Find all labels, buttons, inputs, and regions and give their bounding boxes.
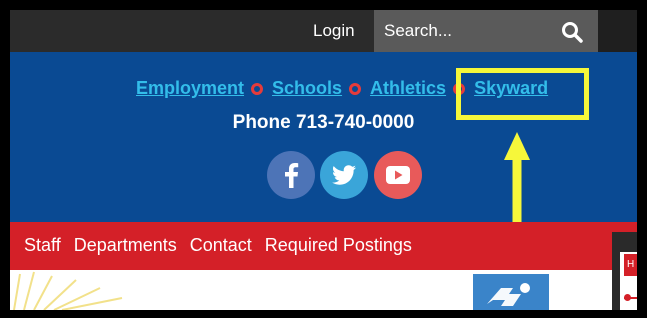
schools-link[interactable]: Schools <box>272 78 342 98</box>
search-box[interactable] <box>374 10 598 52</box>
nav-item-staff[interactable]: Staff <box>24 235 61 255</box>
search-input[interactable] <box>384 10 554 52</box>
athletics-link[interactable]: Athletics <box>370 78 446 98</box>
youtube-icon <box>386 166 410 184</box>
nav-item-required-postings[interactable]: Required Postings <box>265 235 412 255</box>
search-icon[interactable] <box>560 20 584 44</box>
employment-link[interactable]: Employment <box>136 78 244 98</box>
youtube-button[interactable] <box>374 151 422 199</box>
twitter-icon <box>332 165 356 185</box>
side-panel-tab[interactable]: H <box>624 254 637 276</box>
nav-item-contact[interactable]: Contact <box>190 235 252 255</box>
highlight-box <box>456 68 589 120</box>
twitter-button[interactable] <box>320 151 368 199</box>
screenshot-frame: Login EmploymentSchoolsAthleticsSkyward … <box>0 0 647 318</box>
arrow-up-icon <box>504 132 530 222</box>
sunburst-decoration <box>13 271 123 310</box>
nav-item-departments[interactable]: Departments <box>74 235 177 255</box>
separator-dot-icon <box>349 82 362 95</box>
facebook-button[interactable] <box>267 151 315 199</box>
login-link[interactable]: Login <box>313 21 355 41</box>
topbar-end <box>598 10 637 52</box>
main-navigation: Staff Departments Contact Required Postings <box>10 222 637 270</box>
top-utility-bar: Login <box>10 10 637 52</box>
facebook-icon <box>285 163 299 188</box>
website-viewport: Login EmploymentSchoolsAthleticsSkyward … <box>10 10 637 310</box>
tool-logo-icon <box>487 283 530 306</box>
bullet-dot-icon <box>624 294 631 301</box>
app-tile[interactable] <box>473 274 549 310</box>
separator-dot-icon <box>251 82 264 95</box>
